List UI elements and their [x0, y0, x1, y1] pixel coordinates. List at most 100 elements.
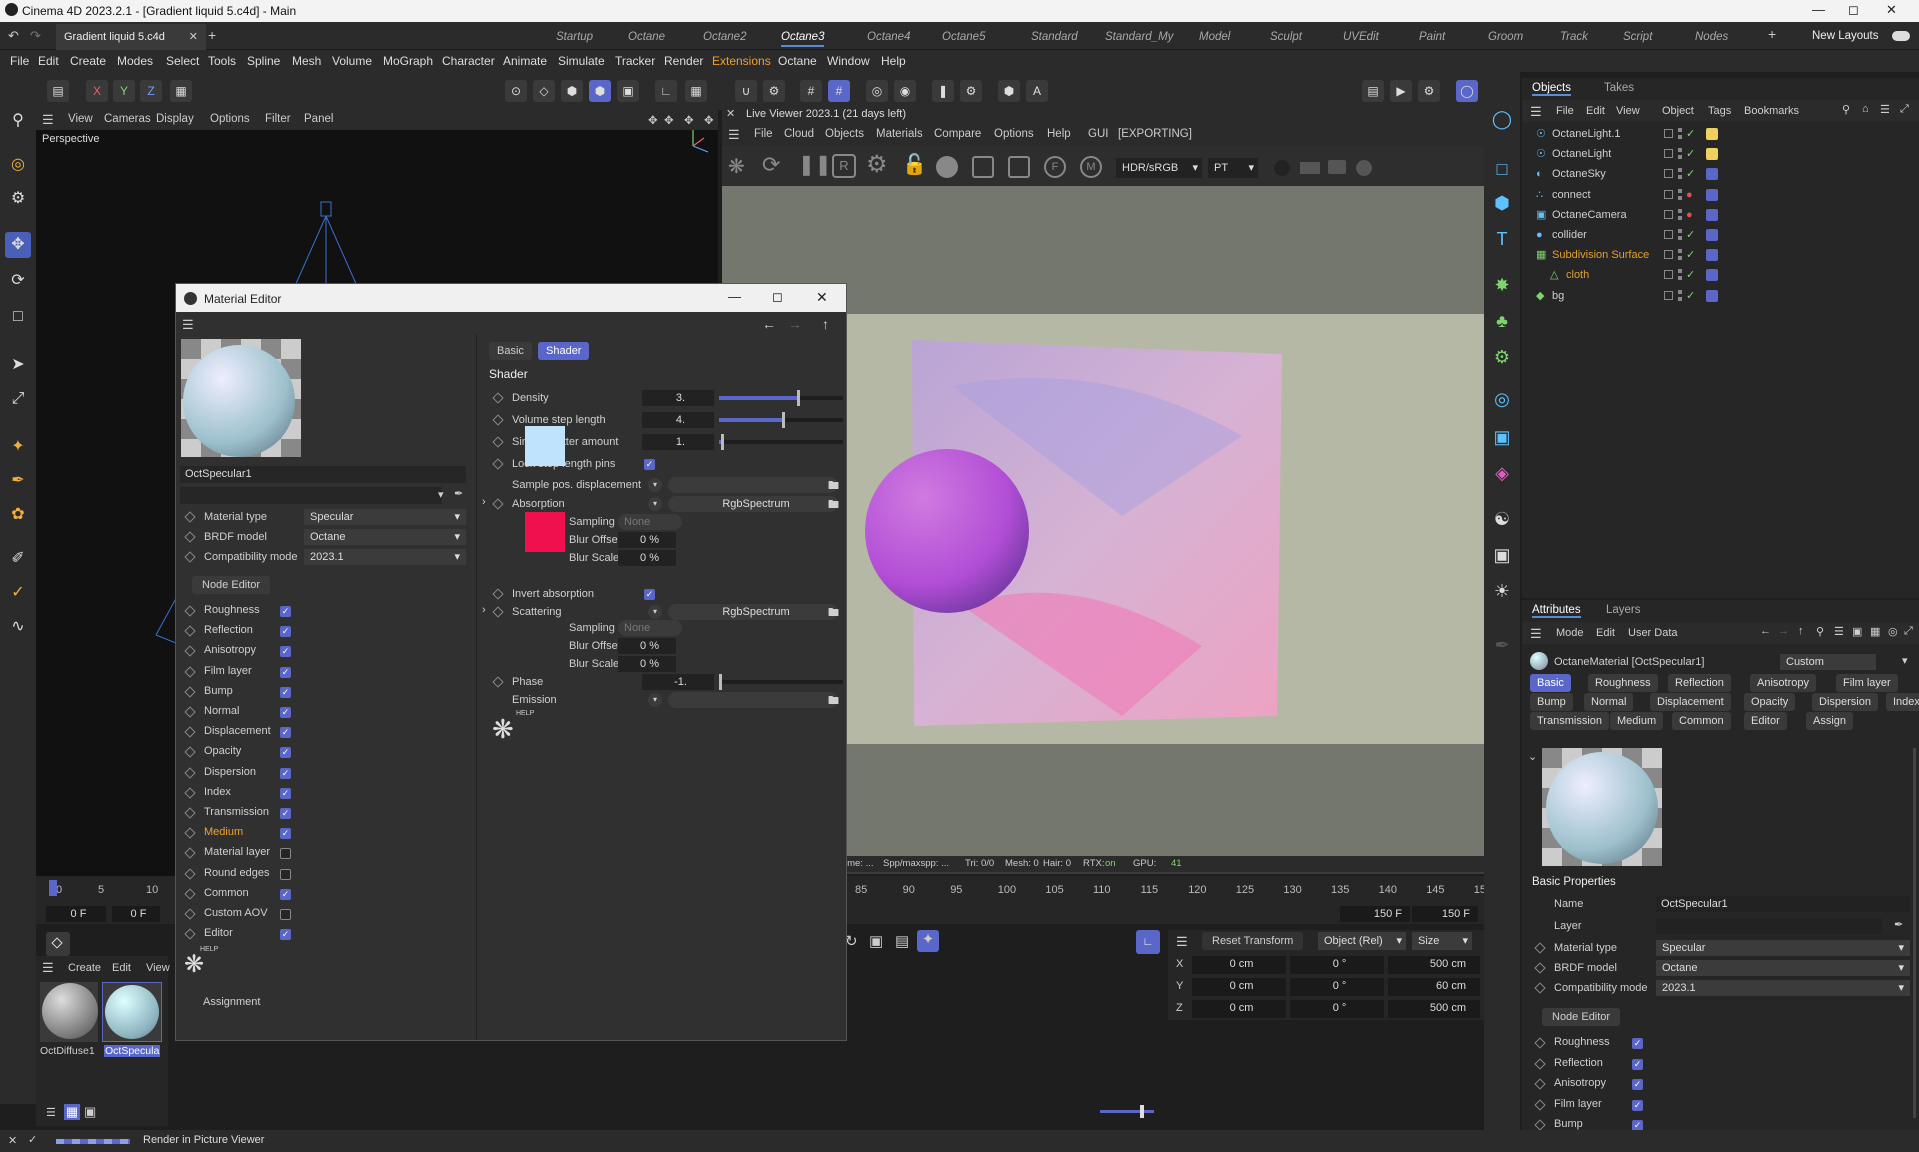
object-row[interactable]: ☉ OctaneLight ✓ [1522, 144, 1919, 164]
channel-label[interactable]: Roughness [204, 604, 260, 616]
focus-icon[interactable] [1008, 156, 1030, 178]
layout-tab-startup[interactable]: Startup [556, 27, 593, 47]
octane-icon[interactable]: ⬢ [998, 80, 1020, 102]
text-icon[interactable]: T [1489, 226, 1515, 252]
attr-button-roughness[interactable]: Roughness [1588, 674, 1658, 692]
camera-tool-icon[interactable]: ▣ [1489, 542, 1515, 568]
object-name[interactable]: collider [1552, 225, 1587, 245]
material-type-dropdown[interactable]: Specular ▾ [1656, 940, 1910, 956]
attr-button-bump[interactable]: Bump [1530, 693, 1573, 711]
layout-tab-paint[interactable]: Paint [1419, 27, 1445, 47]
attr-scrollbar[interactable] [1913, 748, 1916, 1118]
rotate-icon[interactable]: ⟳ [5, 268, 31, 294]
axis-mode-icon[interactable]: ∟ [655, 80, 677, 102]
points-mode-icon[interactable]: ⊙ [505, 80, 527, 102]
channel-label[interactable]: Medium [204, 826, 243, 838]
spline-icon[interactable]: ∿ [5, 614, 31, 640]
enabled-check-icon[interactable]: ● [1686, 185, 1693, 205]
send-scene-icon[interactable]: ❋ [728, 154, 745, 179]
attr-button-reflection[interactable]: Reflection [1668, 674, 1731, 692]
layout-tab-standard-my[interactable]: Standard_My [1105, 27, 1173, 47]
material-type-anim-icon[interactable] [1534, 942, 1546, 954]
gear-tool-icon[interactable]: ⚙ [5, 186, 31, 212]
expand-icon[interactable]: ⤢ [1900, 103, 1909, 116]
channel-label[interactable]: Material layer [204, 846, 270, 858]
material-layer-field[interactable] [180, 487, 442, 504]
enabled-check-icon[interactable]: ✓ [1686, 144, 1695, 164]
expand-arrow-icon[interactable]: › [482, 496, 486, 508]
attr-channel-checkbox[interactable]: ✓ [1632, 1038, 1643, 1049]
menu-extensions[interactable]: Extensions [712, 54, 771, 68]
film-icon[interactable] [1300, 162, 1320, 174]
tag-icon[interactable] [1706, 168, 1718, 181]
sculpt-icon[interactable]: ✿ [5, 502, 31, 528]
density-anim-icon[interactable] [492, 392, 504, 404]
objects-menu-view[interactable]: View [1616, 105, 1640, 117]
file-tab[interactable]: Gradient liquid 5.c4d ✕ [56, 24, 206, 50]
attr-button-basic[interactable]: Basic [1530, 674, 1571, 692]
render-settings-icon[interactable]: ⚙ [1418, 80, 1440, 102]
scattering-dropdown-icon[interactable]: ▾ [648, 605, 662, 619]
key-icon[interactable]: ▣ [869, 932, 883, 950]
channel-label[interactable]: Anisotropy [204, 644, 256, 656]
enabled-check-icon[interactable]: ✓ [1686, 265, 1695, 285]
coord-system-icon[interactable]: ▦ [170, 80, 192, 102]
name-field[interactable]: OctSpecular1 [1656, 896, 1910, 912]
filter-icon[interactable]: ☰ [1880, 103, 1890, 116]
generator-icon[interactable]: ✸ [1489, 272, 1515, 298]
position-field[interactable]: 0 cm [1192, 978, 1286, 996]
layer-square-icon[interactable] [1664, 270, 1673, 280]
viewport-menu-panel[interactable]: Panel [304, 113, 333, 125]
new-layouts-label[interactable]: New Layouts [1812, 30, 1878, 42]
chevron-down-icon[interactable]: ▾ [1902, 654, 1908, 667]
layout-tab-script[interactable]: Script [1623, 27, 1652, 47]
layouts-toggle[interactable] [1892, 31, 1910, 41]
hamburger-icon[interactable]: ☰ [1530, 626, 1542, 642]
visibility-dots-icon[interactable] [1678, 269, 1682, 282]
close-viewer-icon[interactable]: ✕ [726, 107, 735, 120]
folder-icon[interactable]: 🖿 [828, 477, 839, 496]
collapse-icon[interactable]: ⌄ [1528, 750, 1537, 763]
expand-icon[interactable]: ⤢ [1904, 625, 1913, 638]
layout-tab-octane2[interactable]: Octane2 [703, 27, 746, 47]
objects-menu-edit[interactable]: Edit [1586, 105, 1605, 117]
attr-button-dispersion[interactable]: Dispersion [1812, 693, 1878, 711]
field-icon[interactable]: ▣ [1489, 424, 1515, 450]
material-icon[interactable]: M [1080, 156, 1102, 178]
close-button[interactable]: ✕ [1886, 2, 1897, 18]
search-icon[interactable]: ⚲ [5, 108, 31, 134]
volume-step-field[interactable]: 4. [642, 412, 714, 428]
phase-anim-icon[interactable] [492, 676, 504, 688]
filter-icon[interactable]: ☰ [1834, 625, 1844, 638]
layout-tab-octane4[interactable]: Octane4 [867, 27, 910, 47]
visibility-dots-icon[interactable] [1678, 249, 1682, 262]
axis-x-button[interactable]: X [86, 80, 108, 102]
brdf-dropdown[interactable]: Octane ▾ [304, 529, 466, 545]
attr-button-index[interactable]: Index [1886, 693, 1919, 711]
menu-spline[interactable]: Spline [247, 54, 280, 68]
channel-checkbox[interactable] [280, 848, 291, 860]
channel-label[interactable]: Normal [204, 705, 239, 717]
mat-menu-create[interactable]: Create [68, 962, 101, 974]
cube-icon[interactable]: ⬢ [1489, 190, 1515, 216]
filter-icon[interactable]: F [1044, 156, 1066, 178]
size-field[interactable]: 500 cm [1388, 956, 1480, 974]
objects-menu-tags[interactable]: Tags [1708, 105, 1731, 117]
compat-anim-icon[interactable] [184, 551, 196, 563]
colorspace-dropdown[interactable]: HDR/sRGB ▾ [1116, 158, 1202, 178]
layout-tab-uvedit[interactable]: UVEdit [1343, 27, 1379, 47]
attr-button-opacity[interactable]: Opacity [1744, 693, 1796, 711]
lock-step-checkbox[interactable]: ✓ [644, 459, 655, 470]
absorption-anim-icon[interactable] [492, 498, 504, 510]
rotation-field[interactable]: 0 ° [1290, 956, 1384, 974]
scattering-color-swatch[interactable] [525, 512, 565, 552]
rotation-field[interactable]: 0 ° [1290, 978, 1384, 996]
object-name[interactable]: bg [1552, 286, 1564, 306]
channel-anim-icon[interactable] [184, 726, 196, 738]
object-row[interactable]: △ cloth ✓ [1522, 265, 1919, 285]
tag-icon[interactable] [1706, 249, 1718, 262]
channel-anim-icon[interactable] [184, 888, 196, 900]
magnet-icon[interactable]: ∪ [735, 80, 757, 102]
reset-transform-button[interactable]: Reset Transform [1202, 932, 1304, 950]
brdf-anim-icon[interactable] [184, 531, 196, 543]
